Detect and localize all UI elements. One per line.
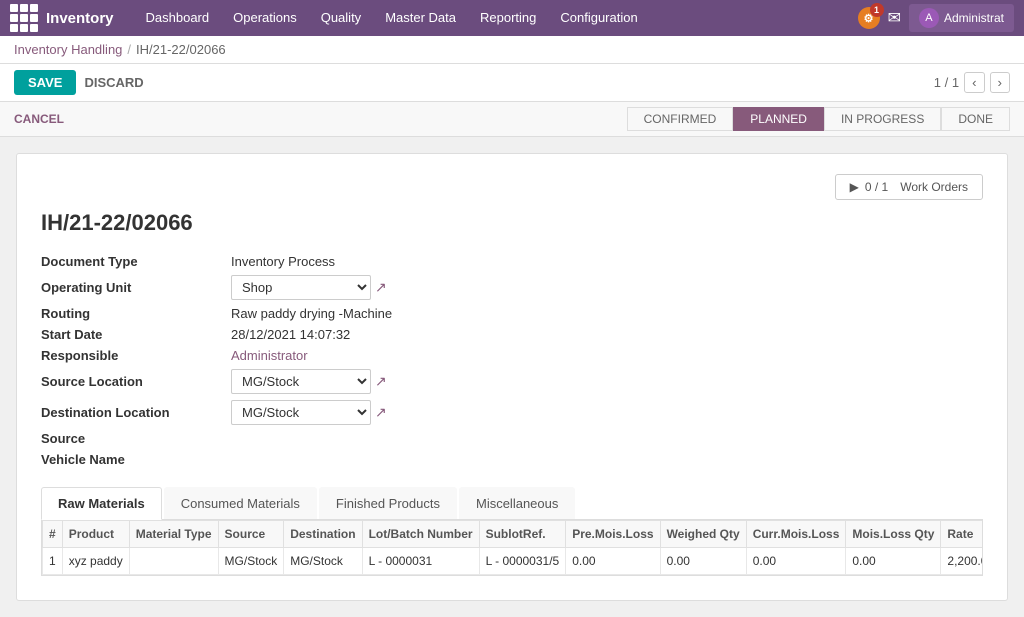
start-date-value: 28/12/2021 14:07:32: [231, 327, 561, 342]
right-icons: ⚙ 1 ✉ A Administrat: [858, 4, 1014, 32]
nav-operations[interactable]: Operations: [221, 0, 309, 36]
table-cell: 1: [43, 548, 63, 575]
table-cell: 0.00: [660, 548, 746, 575]
breadcrumb-current: IH/21-22/02066: [136, 42, 226, 57]
col-destination: Destination: [284, 521, 362, 548]
table-cell: 0.00: [566, 548, 660, 575]
col-mois-loss-qty: Mois.Loss Qty: [846, 521, 941, 548]
table-cell: MG/Stock: [218, 548, 284, 575]
routing-label: Routing: [41, 306, 221, 321]
document-type-label: Document Type: [41, 254, 221, 269]
table-cell: MG/Stock: [284, 548, 362, 575]
operating-unit-ext-link[interactable]: ↗: [375, 279, 387, 296]
tab-consumed-materials[interactable]: Consumed Materials: [164, 487, 317, 519]
prev-page-button[interactable]: ‹: [964, 72, 984, 93]
operating-unit-field: Shop ↗: [231, 275, 561, 300]
next-page-button[interactable]: ›: [990, 72, 1010, 93]
col-product: Product: [62, 521, 129, 548]
table-cell: 2,200.00: [941, 548, 983, 575]
work-orders-label: Work Orders: [900, 180, 968, 194]
breadcrumb-parent[interactable]: Inventory Handling: [14, 42, 122, 57]
main-nav: Dashboard Operations Quality Master Data…: [134, 0, 650, 36]
table-row[interactable]: 1xyz paddyMG/StockMG/StockL - 0000031L -…: [43, 548, 984, 575]
responsible-label: Responsible: [41, 348, 221, 363]
table-cell: [129, 548, 218, 575]
table-cell: L - 0000031/5: [479, 548, 566, 575]
col-pre-mois-loss: Pre.Mois.Loss: [566, 521, 660, 548]
source-location-ext-link[interactable]: ↗: [375, 373, 387, 390]
destination-location-ext-link[interactable]: ↗: [375, 404, 387, 421]
app-title: Inventory: [46, 10, 114, 27]
tab-raw-materials[interactable]: Raw Materials: [41, 487, 162, 520]
destination-location-label: Destination Location: [41, 405, 221, 420]
status-planned[interactable]: PLANNED: [733, 107, 824, 131]
tab-miscellaneous[interactable]: Miscellaneous: [459, 487, 575, 519]
operating-unit-label: Operating Unit: [41, 280, 221, 295]
table-cell: 0.00: [746, 548, 846, 575]
save-button[interactable]: SAVE: [14, 70, 76, 95]
col-sublot: SublotRef.: [479, 521, 566, 548]
work-orders-area: ▶ 0 / 1 Work Orders: [41, 174, 983, 200]
table-cell: L - 0000031: [362, 548, 479, 575]
page-nav: 1 / 1 ‹ ›: [934, 72, 1010, 93]
notification-icon[interactable]: ⚙ 1: [858, 7, 880, 29]
routing-value: Raw paddy drying -Machine: [231, 306, 561, 321]
start-date-label: Start Date: [41, 327, 221, 342]
col-source: Source: [218, 521, 284, 548]
vehicle-name-label: Vehicle Name: [41, 452, 221, 467]
notification-badge: 1: [870, 3, 884, 17]
admin-button[interactable]: A Administrat: [909, 4, 1014, 32]
play-icon: ▶: [850, 180, 859, 194]
chat-icon[interactable]: ✉: [888, 8, 901, 28]
status-done[interactable]: DONE: [941, 107, 1010, 131]
col-num: #: [43, 521, 63, 548]
breadcrumb-separator: /: [127, 42, 131, 57]
tabs: Raw Materials Consumed Materials Finishe…: [41, 487, 983, 520]
work-orders-count: 0 / 1: [865, 180, 888, 194]
form-title: IH/21-22/02066: [41, 210, 983, 236]
action-bar: SAVE DISCARD 1 / 1 ‹ ›: [0, 64, 1024, 102]
col-rate: Rate: [941, 521, 983, 548]
topbar: Inventory Dashboard Operations Quality M…: [0, 0, 1024, 36]
col-material-type: Material Type: [129, 521, 218, 548]
nav-configuration[interactable]: Configuration: [548, 0, 649, 36]
document-type-value: Inventory Process: [231, 254, 561, 269]
status-steps: CONFIRMED PLANNED IN PROGRESS DONE: [627, 107, 1010, 131]
nav-dashboard[interactable]: Dashboard: [134, 0, 222, 36]
app-grid-icon[interactable]: [10, 4, 38, 32]
destination-location-field: MG/Stock ↗: [231, 400, 561, 425]
nav-reporting[interactable]: Reporting: [468, 0, 548, 36]
col-weighed-qty: Weighed Qty: [660, 521, 746, 548]
discard-button[interactable]: DISCARD: [84, 75, 143, 90]
source-location-label: Source Location: [41, 374, 221, 389]
operating-unit-select[interactable]: Shop: [231, 275, 371, 300]
table-wrap: # Product Material Type Source Destinati…: [41, 520, 983, 576]
table-header-row: # Product Material Type Source Destinati…: [43, 521, 984, 548]
admin-label: Administrat: [944, 11, 1004, 25]
table-cell: 0.00: [846, 548, 941, 575]
status-in-progress[interactable]: IN PROGRESS: [824, 107, 941, 131]
work-orders-button[interactable]: ▶ 0 / 1 Work Orders: [835, 174, 983, 200]
main-content: ▶ 0 / 1 Work Orders IH/21-22/02066 Docum…: [0, 137, 1024, 617]
destination-location-select[interactable]: MG/Stock: [231, 400, 371, 425]
status-bar: CANCEL CONFIRMED PLANNED IN PROGRESS DON…: [0, 102, 1024, 137]
page-info: 1 / 1: [934, 75, 959, 90]
nav-master-data[interactable]: Master Data: [373, 0, 468, 36]
avatar: A: [919, 8, 939, 28]
cancel-button[interactable]: CANCEL: [14, 112, 64, 126]
source-label: Source: [41, 431, 221, 446]
source-location-field: MG/Stock ↗: [231, 369, 561, 394]
nav-quality[interactable]: Quality: [309, 0, 373, 36]
status-confirmed[interactable]: CONFIRMED: [627, 107, 734, 131]
table-cell: xyz paddy: [62, 548, 129, 575]
source-location-select[interactable]: MG/Stock: [231, 369, 371, 394]
raw-materials-table: # Product Material Type Source Destinati…: [42, 520, 983, 575]
responsible-value[interactable]: Administrator: [231, 348, 561, 363]
col-lot-batch: Lot/Batch Number: [362, 521, 479, 548]
tab-finished-products[interactable]: Finished Products: [319, 487, 457, 519]
col-curr-mois-loss: Curr.Mois.Loss: [746, 521, 846, 548]
form-fields: Document Type Inventory Process Operatin…: [41, 254, 561, 467]
breadcrumb: Inventory Handling / IH/21-22/02066: [0, 36, 1024, 64]
